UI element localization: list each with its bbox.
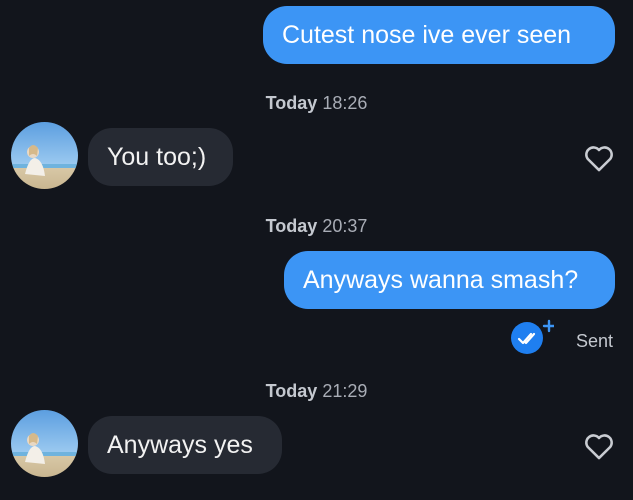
chat-thread: Cutest nose ive ever seen Today 18:26 You… xyxy=(0,0,633,500)
message-timestamp: Today 18:26 xyxy=(0,91,633,115)
timestamp-day: Today xyxy=(265,381,318,401)
timestamp-time: 21:29 xyxy=(322,381,368,401)
timestamp-day: Today xyxy=(265,216,318,236)
timestamp-time: 18:26 xyxy=(322,93,368,113)
message-text: Anyways wanna smash? xyxy=(303,266,579,294)
message-timestamp: Today 20:37 xyxy=(0,214,633,238)
message-text: You too;) xyxy=(107,143,207,171)
timestamp-day: Today xyxy=(265,93,318,113)
incoming-message-bubble[interactable]: Anyways yes xyxy=(88,416,282,474)
message-text: Cutest nose ive ever seen xyxy=(282,21,572,49)
avatar[interactable] xyxy=(11,122,78,189)
avatar-photo xyxy=(11,410,78,477)
message-timestamp: Today 21:29 xyxy=(0,379,633,403)
outgoing-message-bubble[interactable]: Anyways wanna smash? xyxy=(284,251,615,309)
outgoing-message-bubble[interactable]: Cutest nose ive ever seen xyxy=(263,6,615,64)
heart-icon[interactable] xyxy=(582,141,616,175)
avatar-photo xyxy=(11,122,78,189)
avatar[interactable] xyxy=(11,410,78,477)
timestamp-time: 20:37 xyxy=(322,216,368,236)
incoming-message-bubble[interactable]: You too;) xyxy=(88,128,233,186)
double-check-icon[interactable] xyxy=(506,316,556,358)
heart-icon[interactable] xyxy=(582,429,616,463)
message-text: Anyways yes xyxy=(107,431,253,459)
sent-status: Sent xyxy=(576,331,614,351)
